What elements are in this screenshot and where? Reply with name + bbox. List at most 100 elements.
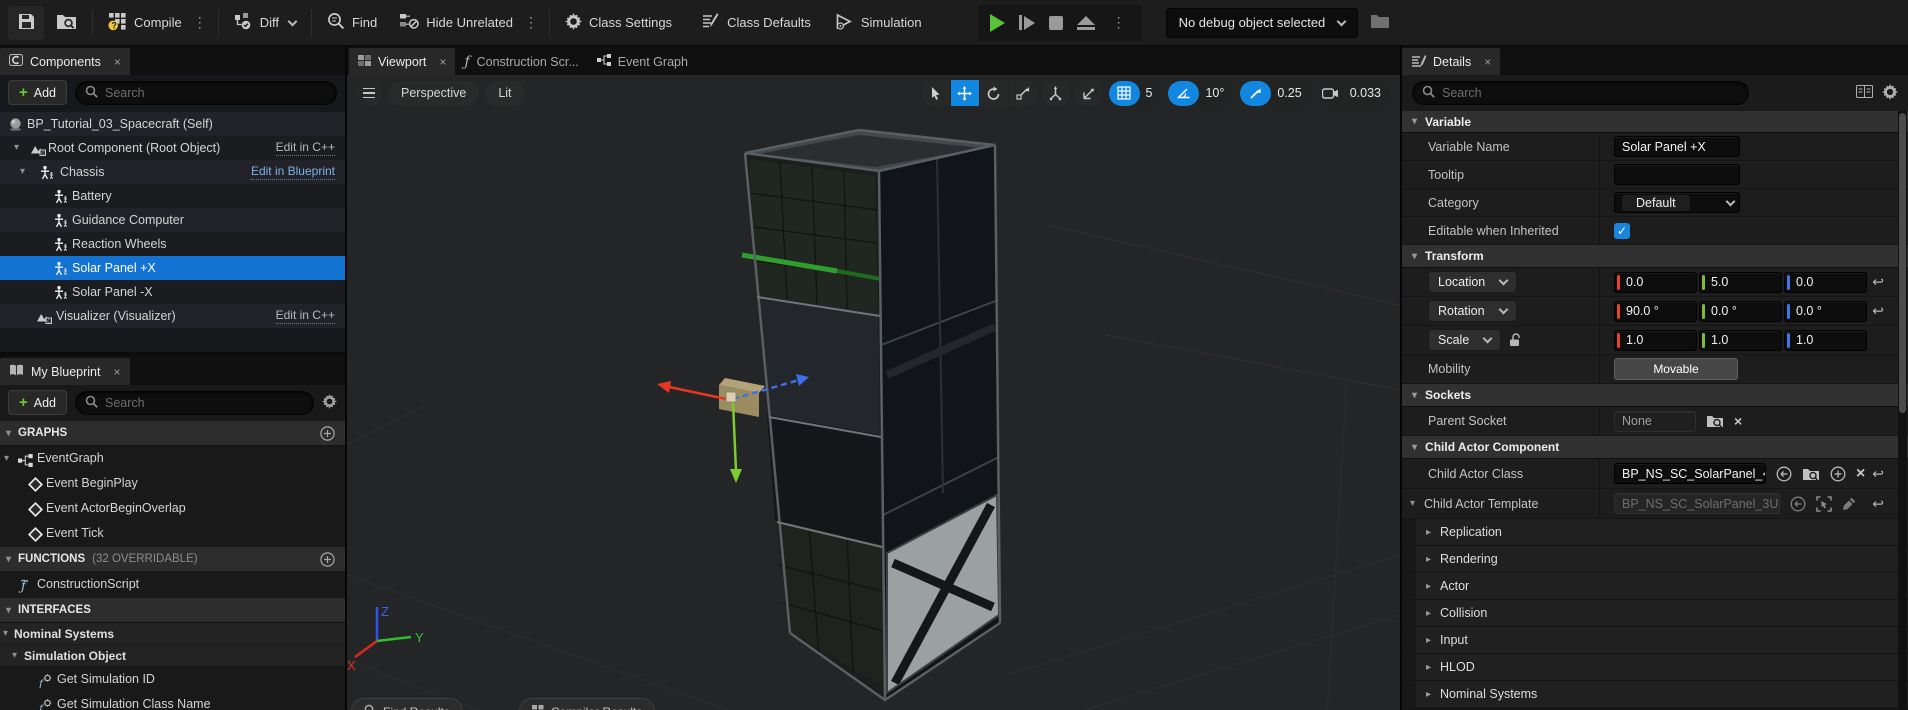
blueprint-list-item[interactable]: Event Tick: [0, 521, 345, 546]
debug-object-dropdown[interactable]: No debug object selected: [1166, 8, 1359, 38]
tab-find-results[interactable]: Find Results: [351, 698, 463, 710]
component-tree-item[interactable]: Solar Panel +X: [0, 256, 345, 280]
tab-viewport[interactable]: Viewport ×: [349, 48, 455, 75]
location-y-field[interactable]: 5.0: [1699, 272, 1782, 293]
class-defaults-button[interactable]: Class Defaults: [694, 6, 819, 40]
section-header-functions[interactable]: ▾FUNCTIONS(32 OVERRIDABLE): [0, 546, 345, 572]
interface-group[interactable]: ▾Simulation Object: [0, 645, 345, 667]
tab-my-blueprint[interactable]: My Blueprint ×: [0, 358, 130, 385]
details-section-hlod[interactable]: ▸HLOD: [1402, 654, 1908, 681]
edit-link[interactable]: Edit in C++: [276, 140, 335, 156]
scale-tool[interactable]: [1009, 80, 1037, 106]
expander-arrow-icon[interactable]: ▾: [6, 554, 11, 565]
location-combo[interactable]: Location: [1428, 271, 1517, 293]
interface-group[interactable]: ▾Nominal Systems: [0, 623, 345, 645]
expander-arrow-icon[interactable]: ▾: [14, 136, 19, 160]
view-settings-gear-icon[interactable]: [322, 394, 337, 412]
expander-arrow-icon[interactable]: ▾: [12, 645, 17, 667]
scale-snap-control[interactable]: 0.25: [1240, 81, 1311, 106]
socket-clear-icon[interactable]: ×: [1734, 413, 1742, 429]
components-search[interactable]: [75, 81, 337, 105]
eyedropper-icon[interactable]: [1842, 497, 1856, 511]
details-search-input[interactable]: [1442, 86, 1739, 100]
save-button[interactable]: [8, 6, 44, 40]
reset-location-button[interactable]: ↩: [1872, 274, 1884, 291]
debug-browse-button[interactable]: [1362, 6, 1398, 40]
view-options-icon[interactable]: [1856, 85, 1873, 101]
add-blueprint-item-button[interactable]: +Add: [8, 390, 67, 415]
section-transform[interactable]: ▾Transform: [1402, 245, 1908, 268]
edit-link[interactable]: Edit in Blueprint: [251, 164, 335, 180]
rotation-x-field[interactable]: 90.0 °: [1614, 301, 1697, 322]
child-actor-class-dropdown[interactable]: BP_NS_SC_SolarPanel_: [1614, 463, 1766, 484]
scale-x-field[interactable]: 1.0: [1614, 330, 1697, 351]
mobility-movable-button[interactable]: Movable: [1614, 358, 1738, 380]
play-options-kebab[interactable]: ⋮: [1109, 14, 1130, 31]
use-selected-asset-icon[interactable]: [1790, 496, 1806, 512]
blueprint-list-item[interactable]: ƒConstructionScript: [0, 572, 345, 597]
child-actor-template-dropdown[interactable]: BP_NS_SC_SolarPanel_3U: [1614, 493, 1780, 514]
select-tool[interactable]: [922, 80, 950, 106]
viewport-menu-button[interactable]: [356, 80, 382, 106]
tab-details[interactable]: Details ×: [1402, 48, 1500, 75]
diff-button[interactable]: Diff: [226, 6, 304, 40]
scale-combo[interactable]: Scale: [1428, 329, 1501, 351]
components-search-input[interactable]: [105, 86, 327, 100]
details-section-rendering[interactable]: ▸Rendering: [1402, 546, 1908, 573]
details-scrollbar[interactable]: [1898, 111, 1907, 710]
move-tool[interactable]: [951, 80, 979, 106]
scale-y-field[interactable]: 1.0: [1699, 330, 1782, 351]
world-local-toggle[interactable]: [1075, 80, 1103, 106]
compile-button[interactable]: ? Compile: [100, 6, 190, 40]
close-icon[interactable]: ×: [1484, 55, 1491, 69]
blueprint-list-item[interactable]: ▾EventGraph: [0, 446, 345, 471]
use-selected-asset-icon[interactable]: [1776, 466, 1792, 482]
close-icon[interactable]: ×: [114, 55, 121, 69]
details-search[interactable]: [1412, 81, 1749, 105]
plus-circle-icon[interactable]: [320, 426, 335, 444]
section-header-graphs[interactable]: ▾GRAPHS: [0, 420, 345, 446]
tab-event-graph[interactable]: Event Graph: [588, 48, 697, 75]
clear-class-icon[interactable]: ×: [1856, 465, 1865, 483]
blueprint-list-item[interactable]: ƒGet Simulation Class Name: [0, 692, 345, 710]
component-tree-item[interactable]: Guidance Computer: [0, 208, 345, 232]
socket-browse-icon[interactable]: [1706, 414, 1724, 428]
details-section-replication[interactable]: ▸Replication: [1402, 519, 1908, 546]
section-variable[interactable]: ▾Variable: [1402, 111, 1908, 133]
component-tree-item[interactable]: Reaction Wheels: [0, 232, 345, 256]
hide-unrelated-button[interactable]: Hide Unrelated: [391, 6, 521, 40]
scale-z-field[interactable]: 1.0: [1784, 330, 1867, 351]
expander-arrow-icon[interactable]: ▾: [6, 605, 11, 616]
select-object-icon[interactable]: [1816, 496, 1832, 512]
surface-snap-button[interactable]: [1042, 80, 1070, 106]
reset-child-actor-class-button[interactable]: ↩: [1872, 465, 1884, 482]
play-button[interactable]: [990, 14, 1005, 32]
my-blueprint-search-input[interactable]: [105, 396, 304, 410]
section-sockets[interactable]: ▾Sockets: [1402, 384, 1908, 407]
lock-open-icon[interactable]: [1509, 333, 1521, 347]
edit-link[interactable]: Edit in C++: [276, 308, 335, 324]
rotation-combo[interactable]: Rotation: [1428, 300, 1517, 322]
grid-snap-control[interactable]: 5: [1109, 81, 1163, 106]
category-dropdown[interactable]: Default: [1614, 192, 1740, 213]
camera-speed-control[interactable]: 0.033: [1318, 81, 1391, 106]
plus-circle-icon[interactable]: [320, 552, 335, 570]
my-blueprint-search[interactable]: [75, 391, 314, 415]
stop-button[interactable]: [1049, 16, 1063, 30]
component-tree-item[interactable]: Solar Panel -X: [0, 280, 345, 304]
rotation-z-field[interactable]: 0.0 °: [1784, 301, 1867, 322]
component-tree-item[interactable]: Battery: [0, 184, 345, 208]
frame-skip-button[interactable]: [1019, 15, 1035, 30]
details-section-collision[interactable]: ▸Collision: [1402, 600, 1908, 627]
rotation-y-field[interactable]: 0.0 °: [1699, 301, 1782, 322]
blueprint-list-item[interactable]: Event ActorBeginOverlap: [0, 496, 345, 521]
close-icon[interactable]: ×: [113, 365, 120, 379]
3d-scene[interactable]: Z Y X: [347, 75, 1400, 710]
section-header-interfaces[interactable]: ▾INTERFACES: [0, 597, 345, 623]
component-tree-item[interactable]: BP_Tutorial_03_Spacecraft (Self): [0, 112, 345, 136]
expander-arrow-icon[interactable]: ▾: [3, 623, 8, 645]
reset-child-actor-template-button[interactable]: ↩: [1872, 495, 1884, 512]
expander-arrow-icon[interactable]: ▾: [6, 428, 11, 439]
rotate-tool[interactable]: [980, 80, 1008, 106]
location-z-field[interactable]: 0.0: [1784, 272, 1867, 293]
